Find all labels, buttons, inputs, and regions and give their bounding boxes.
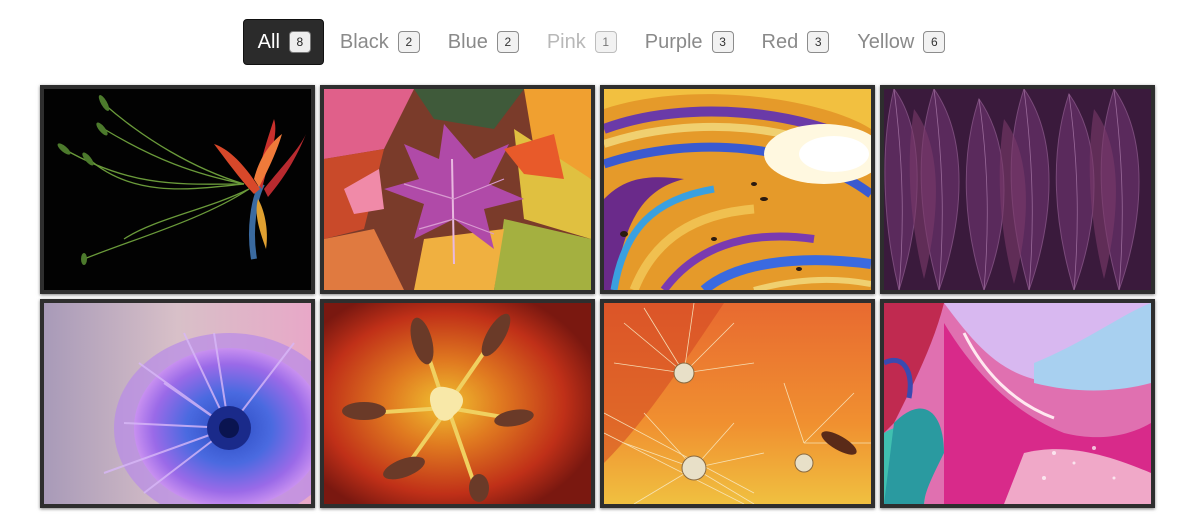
filter-label: Yellow xyxy=(857,30,915,53)
filter-count-badge: 6 xyxy=(923,31,946,53)
photo-dandelion-dew xyxy=(604,303,871,504)
photo-alcohol-ink-art xyxy=(884,303,1151,504)
filter-count-badge: 2 xyxy=(496,31,519,53)
filter-label: Red xyxy=(761,30,799,53)
filter-count-badge: 3 xyxy=(807,31,830,53)
gallery-tile[interactable] xyxy=(320,85,595,294)
filter-label: Pink xyxy=(546,30,586,53)
photo-lily-on-black xyxy=(44,89,311,290)
filter-count-badge: 1 xyxy=(594,31,617,53)
filter-black[interactable]: Black 2 xyxy=(326,19,432,65)
filter-count-badge: 2 xyxy=(397,31,420,53)
filter-label: All xyxy=(257,30,280,53)
filter-label: Purple xyxy=(644,30,703,53)
filter-yellow[interactable]: Yellow 6 xyxy=(843,19,957,65)
filter-label: Black xyxy=(339,30,389,53)
gallery-tile[interactable] xyxy=(880,85,1155,294)
photo-blue-chrysanthemum xyxy=(44,303,311,504)
filter-purple[interactable]: Purple 3 xyxy=(631,19,746,65)
filter-all[interactable]: All 8 xyxy=(242,19,324,65)
filter-blue[interactable]: Blue 2 xyxy=(434,19,531,65)
photo-autumn-leaves xyxy=(324,89,591,290)
photo-soap-bubble-swirl xyxy=(604,89,871,290)
gallery-tile[interactable] xyxy=(320,299,595,508)
gallery-tile[interactable] xyxy=(600,299,875,508)
gallery-tile[interactable] xyxy=(40,299,315,508)
filter-label: Blue xyxy=(447,30,488,53)
gallery-tile[interactable] xyxy=(600,85,875,294)
filter-pink[interactable]: Pink 1 xyxy=(533,19,629,65)
gallery-tile[interactable] xyxy=(40,85,315,294)
gallery-tile[interactable] xyxy=(880,299,1155,508)
photo-purple-leaves xyxy=(884,89,1151,290)
photo-lily-stamens-macro xyxy=(324,303,591,504)
filter-red[interactable]: Red 3 xyxy=(748,19,842,65)
filter-count-badge: 3 xyxy=(711,31,734,53)
filter-count-badge: 8 xyxy=(288,31,311,53)
image-gallery xyxy=(40,85,1155,508)
color-filter-bar: All 8 Black 2 Blue 2 Pink 1 Purple 3 Red… xyxy=(0,19,1200,65)
